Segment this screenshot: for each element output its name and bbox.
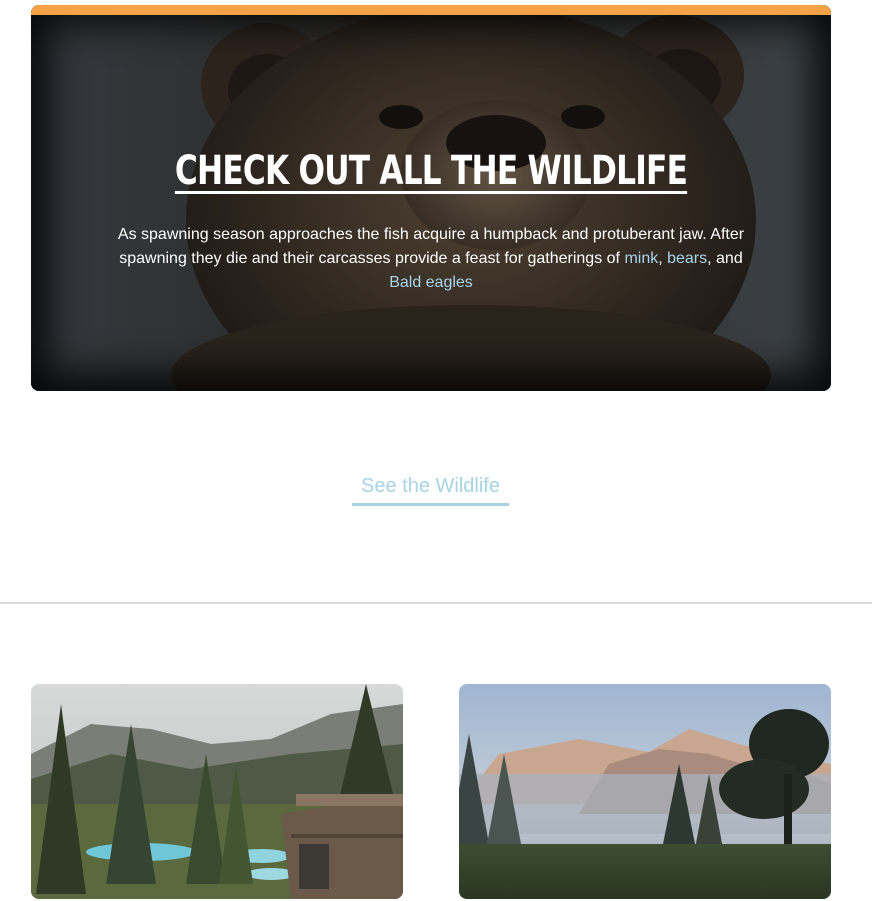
see-the-wildlife-button[interactable]: See the Wildlife	[352, 472, 509, 506]
bald-eagles-link[interactable]: Bald eagles	[389, 274, 473, 291]
page: CHECK OUT ALL THE WILDLIFE As spawning s…	[0, 0, 872, 901]
mountain-photo-card[interactable]	[459, 684, 831, 899]
mink-link[interactable]: mink	[624, 250, 658, 267]
wildlife-hero: CHECK OUT ALL THE WILDLIFE As spawning s…	[31, 5, 831, 391]
hero-description: As spawning season approaches the fish a…	[106, 223, 756, 295]
section-divider	[0, 602, 872, 604]
separator: ,	[658, 250, 668, 267]
hero-title: CHECK OUT ALL THE WILDLIFE	[174, 148, 688, 194]
hero-content: CHECK OUT ALL THE WILDLIFE As spawning s…	[31, 5, 831, 391]
misty-mountain-meadow-image	[459, 684, 831, 899]
separator: , and	[707, 250, 743, 267]
hero-accent-bar	[31, 5, 831, 15]
resort-pool-forest-image	[31, 684, 403, 899]
resort-photo-card[interactable]	[31, 684, 403, 899]
bears-link[interactable]: bears	[667, 250, 707, 267]
